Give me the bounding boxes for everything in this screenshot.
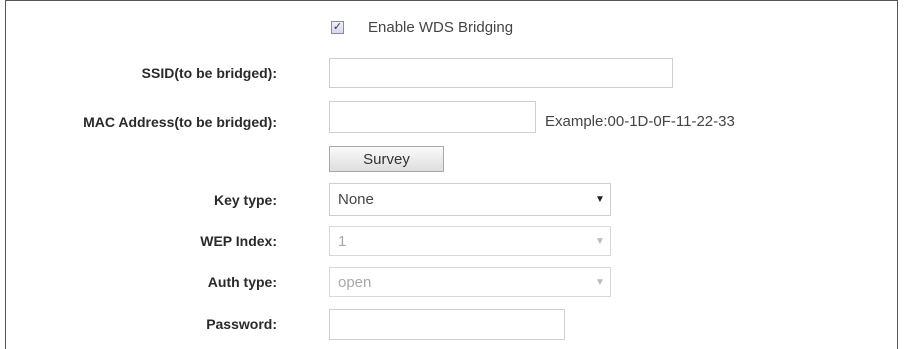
password-label: Password:	[206, 316, 277, 332]
key-type-select[interactable]: None ▼	[329, 183, 611, 216]
mac-example-hint: Example:00-1D-0F-11-22-33	[545, 113, 735, 130]
wep-index-label: WEP Index:	[200, 233, 277, 249]
mac-address-input[interactable]	[329, 101, 536, 133]
mac-address-label: MAC Address(to be bridged):	[83, 114, 277, 130]
chevron-down-icon: ▼	[595, 276, 605, 288]
survey-button[interactable]: Survey	[329, 146, 444, 172]
ssid-input[interactable]	[329, 58, 673, 88]
key-type-value: None	[338, 191, 374, 208]
chevron-down-icon: ▼	[595, 235, 605, 247]
ssid-label: SSID(to be bridged):	[141, 65, 277, 81]
chevron-down-icon: ▼	[595, 194, 605, 205]
enable-wds-label: Enable WDS Bridging	[368, 19, 514, 36]
key-type-label: Key type:	[213, 192, 277, 208]
wep-index-value: 1	[338, 232, 347, 250]
auth-type-label: Auth type:	[207, 274, 277, 290]
password-input[interactable]	[329, 309, 565, 340]
wep-index-select[interactable]: 1 ▼	[329, 226, 611, 256]
auth-type-select[interactable]: open ▼	[329, 267, 611, 297]
enable-wds-checkbox[interactable]: ✓	[331, 21, 344, 34]
auth-type-value: open	[338, 273, 372, 291]
